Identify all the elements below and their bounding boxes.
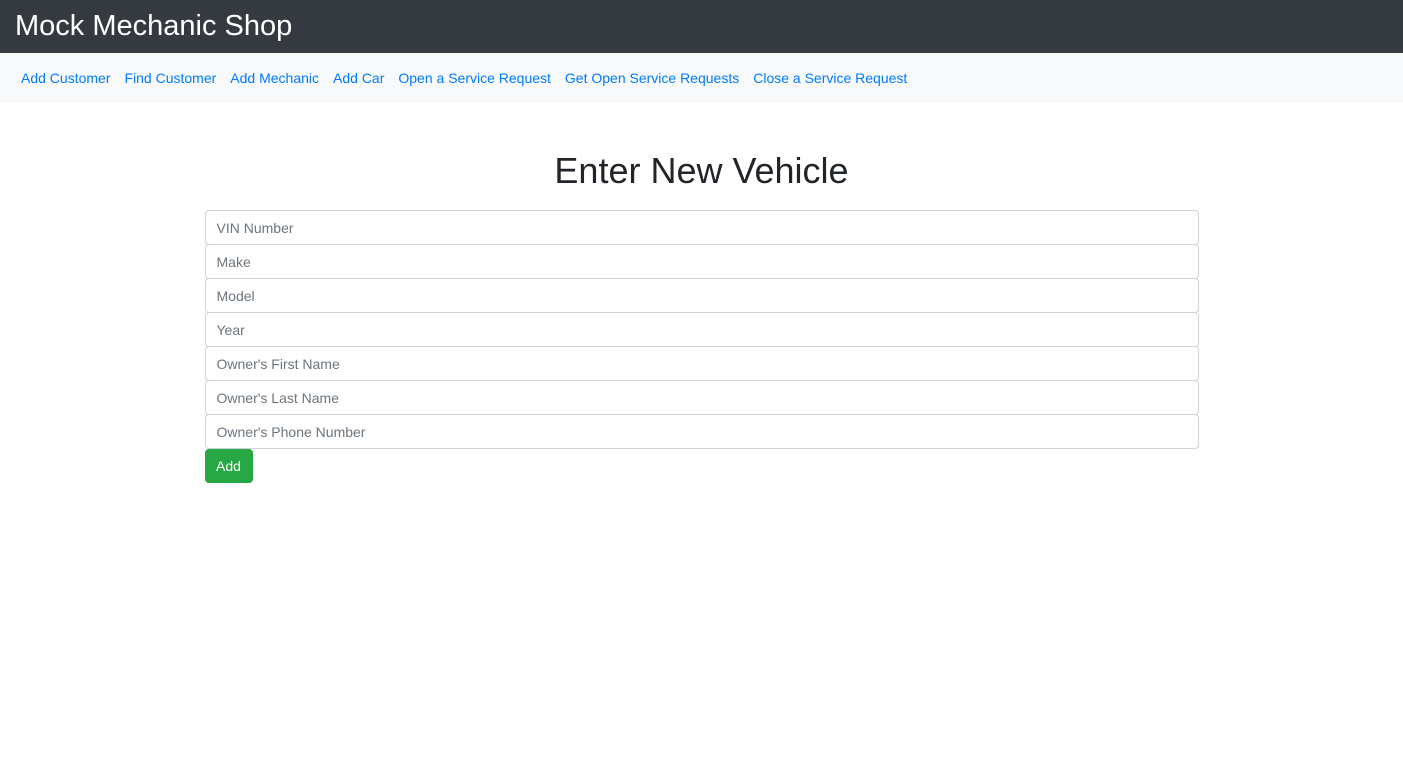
- secondary-nav: Add Customer Find Customer Add Mechanic …: [0, 53, 1403, 103]
- top-navbar: Mock Mechanic Shop: [0, 0, 1403, 53]
- brand-title[interactable]: Mock Mechanic Shop: [15, 12, 292, 41]
- owner-last-name-input[interactable]: [204, 380, 1199, 416]
- owner-first-name-input[interactable]: [204, 346, 1199, 382]
- new-vehicle-form: Add: [204, 210, 1199, 484]
- year-input[interactable]: [204, 312, 1199, 348]
- model-input[interactable]: [204, 278, 1199, 314]
- nav-link-add-customer[interactable]: Add Customer: [14, 70, 117, 86]
- owner-phone-number-input[interactable]: [204, 414, 1199, 450]
- nav-link-open-service-request[interactable]: Open a Service Request: [391, 70, 558, 86]
- nav-link-get-open-service-requests[interactable]: Get Open Service Requests: [558, 70, 746, 86]
- nav-link-add-car[interactable]: Add Car: [326, 70, 391, 86]
- nav-link-find-customer[interactable]: Find Customer: [117, 70, 223, 86]
- page-title: Enter New Vehicle: [554, 150, 849, 191]
- add-button[interactable]: Add: [204, 449, 253, 484]
- make-input[interactable]: [204, 244, 1199, 280]
- nav-link-close-service-request[interactable]: Close a Service Request: [746, 70, 914, 86]
- nav-link-add-mechanic[interactable]: Add Mechanic: [223, 70, 326, 86]
- vin-number-input[interactable]: [204, 210, 1199, 246]
- vehicle-form-container: Enter New Vehicle Add: [204, 103, 1199, 484]
